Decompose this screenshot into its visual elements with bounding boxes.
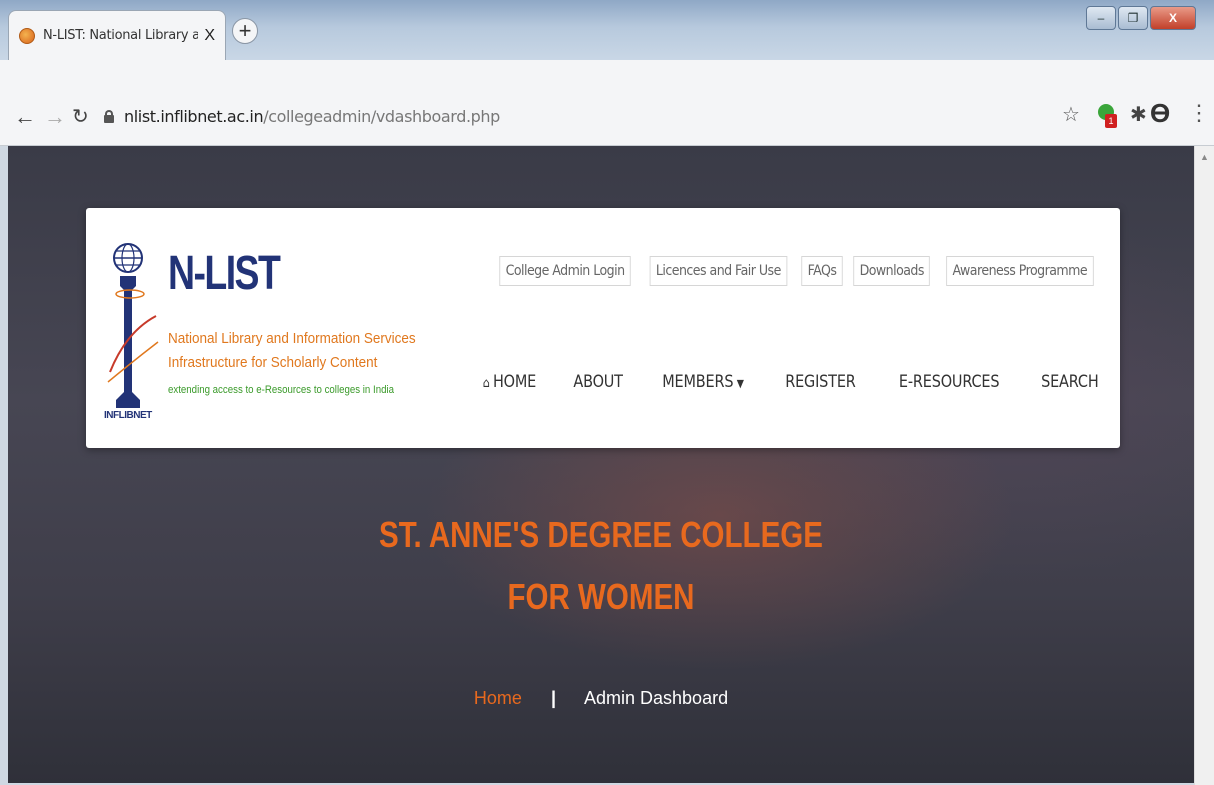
scroll-up-arrow-icon[interactable]: ▲: [1200, 152, 1209, 162]
breadcrumb-home-link[interactable]: Home: [474, 688, 522, 708]
brand-tagline: extending access to e-Resources to colle…: [168, 384, 395, 396]
page-viewport: INFLIBNET N-LIST National Library and In…: [8, 146, 1194, 783]
minimize-button[interactable]: –: [1086, 6, 1116, 30]
caret-down-icon: ▼: [737, 377, 745, 390]
bookmark-star-icon[interactable]: ☆: [1062, 102, 1080, 127]
inflibnet-logo-icon: [107, 243, 159, 408]
brand-subtitle-line2: Infrastructure for Scholarly Content: [168, 354, 378, 371]
tab-title: N-LIST: National Library and Info: [43, 28, 199, 43]
window-controls: – ❐ X: [1086, 6, 1196, 30]
nav-home[interactable]: ⌂ HOME: [483, 372, 537, 392]
main-nav: ⌂ HOME ABOUT MEMBERS ▼ REGISTER E-RESOURCE…: [478, 372, 1104, 392]
url-text: nlist.inflibnet.ac.in/collegeadmin/vdash…: [124, 107, 500, 126]
home-icon: ⌂: [483, 376, 490, 391]
site-logo-title[interactable]: N-LIST: [168, 246, 281, 301]
lock-icon: [104, 109, 114, 123]
faqs-link[interactable]: FAQs: [801, 256, 843, 286]
top-links: College Admin Login Licences and Fair Us…: [492, 256, 1102, 286]
forward-arrow-icon[interactable]: →: [44, 104, 66, 130]
breadcrumb-current: Admin Dashboard: [584, 688, 729, 708]
menu-kebab-icon[interactable]: ⋮: [1188, 100, 1210, 126]
url-host: nlist.inflibnet.ac.in: [124, 106, 264, 126]
url-path: /collegeadmin/vdashboard.php: [263, 106, 500, 126]
extension-icon[interactable]: 1: [1098, 102, 1118, 128]
breadcrumb: Home | Admin Dashboard: [8, 688, 1194, 709]
downloads-link[interactable]: Downloads: [853, 256, 931, 286]
close-window-button[interactable]: X: [1150, 6, 1196, 30]
browser-titlebar: N-LIST: National Library and Info X + – …: [0, 0, 1214, 60]
pin-extension-icon[interactable]: ✱: [1130, 102, 1147, 127]
reload-icon[interactable]: ↻: [72, 104, 89, 129]
breadcrumb-separator: |: [550, 688, 556, 708]
profile-icon[interactable]: ϴ: [1150, 98, 1170, 129]
tab-close-icon[interactable]: X: [204, 27, 215, 45]
emblem-label: INFLIBNET: [104, 410, 152, 421]
maximize-button[interactable]: ❐: [1118, 6, 1148, 30]
vertical-scrollbar[interactable]: ▲: [1194, 146, 1214, 785]
nav-home-label: HOME: [493, 372, 537, 392]
address-bar[interactable]: nlist.inflibnet.ac.in/collegeadmin/vdash…: [104, 98, 1094, 134]
brand-subtitle-line1: National Library and Information Service…: [168, 330, 416, 347]
extension-badge: 1: [1105, 114, 1117, 128]
awareness-programme-link[interactable]: Awareness Programme: [946, 256, 1094, 286]
site-header-card: INFLIBNET N-LIST National Library and In…: [86, 208, 1120, 448]
college-name-line2: FOR WOMEN: [507, 576, 695, 617]
nav-members-label: MEMBERS: [662, 372, 734, 392]
favicon-icon: [19, 27, 35, 44]
browser-toolbar: ← → ↻ nlist.inflibnet.ac.in/collegeadmin…: [0, 60, 1214, 146]
nav-about[interactable]: ABOUT: [574, 372, 624, 392]
licences-link[interactable]: Licences and Fair Use: [649, 256, 788, 286]
new-tab-button[interactable]: +: [232, 18, 258, 44]
college-admin-login-link[interactable]: College Admin Login: [499, 256, 631, 286]
nav-eresources[interactable]: E-RESOURCES: [899, 372, 1000, 392]
browser-tab[interactable]: N-LIST: National Library and Info X: [8, 10, 226, 60]
college-name-line1: ST. ANNE'S DEGREE COLLEGE: [379, 514, 823, 555]
nav-register[interactable]: REGISTER: [786, 372, 857, 392]
back-arrow-icon[interactable]: ←: [14, 104, 36, 130]
nav-search[interactable]: SEARCH: [1041, 372, 1099, 392]
nav-members[interactable]: MEMBERS ▼: [663, 372, 745, 392]
